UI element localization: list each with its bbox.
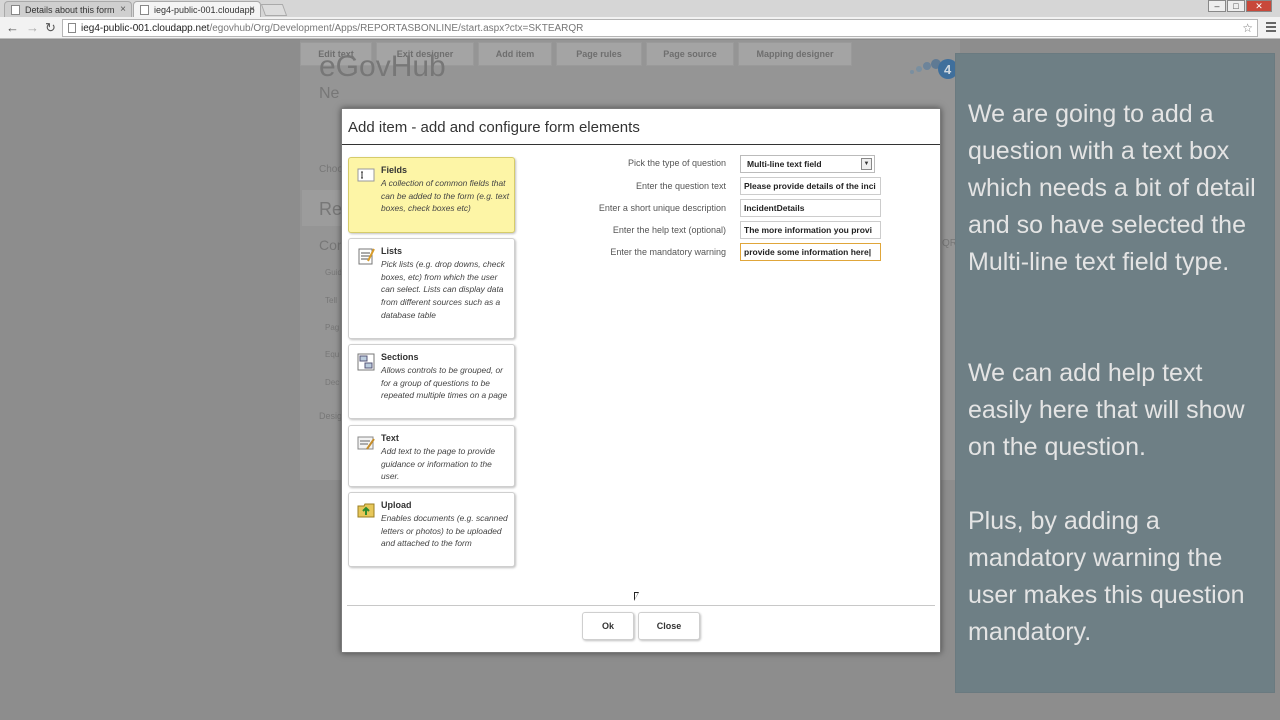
reload-icon[interactable]: ↻ <box>45 20 56 36</box>
card-description: Add text to the page to provide guidance… <box>381 446 496 482</box>
card-fields[interactable]: Fields A collection of common fields tha… <box>348 157 515 233</box>
question-text-label: Enter the question text <box>635 181 726 191</box>
question-type-select[interactable]: Multi-line text field ▼ <box>740 155 875 173</box>
browser-tab-strip: Details about this form × ieg4-public-00… <box>0 0 1280 17</box>
tab-close-icon[interactable]: × <box>120 4 126 15</box>
question-text-input[interactable]: Please provide details of the inci <box>740 177 881 195</box>
overlay-paragraph: We can add help text easily here that wi… <box>968 359 1245 461</box>
card-description: Pick lists (e.g. drop downs, check boxes… <box>381 259 505 320</box>
browser-menu-icon[interactable] <box>1266 22 1276 32</box>
dialog-title-divider <box>342 144 940 145</box>
window-controls: – □ ✕ <box>1208 0 1272 12</box>
tab-label: Details about this form <box>25 5 115 15</box>
card-title: Lists <box>381 246 403 256</box>
card-title: Upload <box>381 500 412 510</box>
url-path: /egovhub/Org/Development/Apps/REPORTASBO… <box>209 23 584 34</box>
short-description-input[interactable]: IncidentDetails <box>740 199 881 217</box>
url-host: ieg4-public-001.cloudapp.net <box>81 23 210 34</box>
card-description: A collection of common fields that can b… <box>381 178 510 214</box>
dialog-footer-divider <box>347 605 935 606</box>
background-item: Pag <box>325 323 340 332</box>
sections-icon <box>357 353 375 371</box>
question-type-label: Pick the type of question <box>627 158 726 168</box>
mandatory-warning-label: Enter the mandatory warning <box>610 247 726 257</box>
card-text[interactable]: Text Add text to the page to provide gui… <box>348 425 515 487</box>
tab-close-icon[interactable]: × <box>249 4 255 15</box>
minimize-icon[interactable]: – <box>1208 0 1226 12</box>
tab-label: ieg4-public-001.cloudapp <box>154 5 255 15</box>
card-description: Allows controls to be grouped, or for a … <box>381 365 508 401</box>
ok-button[interactable]: Ok <box>582 612 634 640</box>
short-description-label: Enter a short unique description <box>598 203 726 213</box>
upload-folder-icon <box>357 503 375 518</box>
background-item: Dec <box>325 378 340 387</box>
background-item: Guid <box>325 268 342 277</box>
page-favicon-icon <box>11 5 20 15</box>
background-item: Equ <box>325 350 340 359</box>
card-lists[interactable]: Lists Pick lists (e.g. drop downs, check… <box>348 238 515 339</box>
mouse-cursor-icon <box>634 592 639 601</box>
overlay-paragraph: We are going to add a question with a te… <box>968 100 1256 276</box>
card-upload[interactable]: Upload Enables documents (e.g. scanned l… <box>348 492 515 567</box>
tab-add-item[interactable]: Add item <box>478 42 552 66</box>
background-subtitle: Ne <box>319 85 340 102</box>
text-icon <box>357 436 375 450</box>
tab-page-source[interactable]: Page source <box>646 42 734 66</box>
background-choose-text: Choo <box>319 164 343 175</box>
question-type-value: Multi-line text field <box>747 159 822 169</box>
card-sections[interactable]: Sections Allows controls to be grouped, … <box>348 344 515 419</box>
maximize-icon[interactable]: □ <box>1227 0 1245 12</box>
list-icon <box>358 248 375 265</box>
close-button[interactable]: Close <box>638 612 700 640</box>
help-text-label: Enter the help text (optional) <box>612 225 726 235</box>
background-section-title: Re <box>319 199 343 219</box>
tab-page-rules[interactable]: Page rules <box>556 42 642 66</box>
bookmark-star-icon[interactable]: ☆ <box>1242 21 1253 35</box>
browser-toolbar: ← → ↻ ieg4-public-001.cloudapp.net/egovh… <box>0 17 1280 39</box>
back-arrow-icon[interactable]: ← <box>6 20 19 36</box>
add-item-dialog: Add item - add and configure form elemen… <box>341 108 941 653</box>
page-icon <box>68 23 76 33</box>
window-close-icon[interactable]: ✕ <box>1246 0 1272 12</box>
background-item: Tell <box>325 296 338 305</box>
card-title: Sections <box>381 352 419 362</box>
browser-tab-active[interactable]: ieg4-public-001.cloudapp × <box>133 1 261 17</box>
tab-mapping-designer[interactable]: Mapping designer <box>738 42 852 66</box>
new-tab-button[interactable] <box>260 4 288 16</box>
text-field-icon <box>357 168 375 182</box>
help-text-input[interactable]: The more information you provi <box>740 221 881 239</box>
browser-tab-details[interactable]: Details about this form × <box>4 1 132 17</box>
card-description: Enables documents (e.g. scanned letters … <box>381 513 508 549</box>
address-bar[interactable]: ieg4-public-001.cloudapp.net/egovhub/Org… <box>62 19 1258 37</box>
overlay-paragraph: Plus, by adding a mandatory warning the … <box>968 507 1245 646</box>
background-app-title: eGovHub <box>319 50 446 83</box>
card-title: Text <box>381 433 399 443</box>
egovhub-logo-icon: 4 <box>910 59 958 79</box>
chevron-down-icon[interactable]: ▼ <box>861 158 872 170</box>
mandatory-warning-input[interactable]: provide some information here| <box>740 243 881 261</box>
background-design-text: Desig <box>319 411 343 421</box>
svg-text:4: 4 <box>944 62 952 77</box>
annotation-overlay: We are going to add a question with a te… <box>955 53 1275 693</box>
page-favicon-icon <box>140 5 149 15</box>
forward-arrow-icon[interactable]: → <box>26 20 39 36</box>
card-title: Fields <box>381 165 408 175</box>
dialog-title: Add item - add and configure form elemen… <box>348 119 640 136</box>
